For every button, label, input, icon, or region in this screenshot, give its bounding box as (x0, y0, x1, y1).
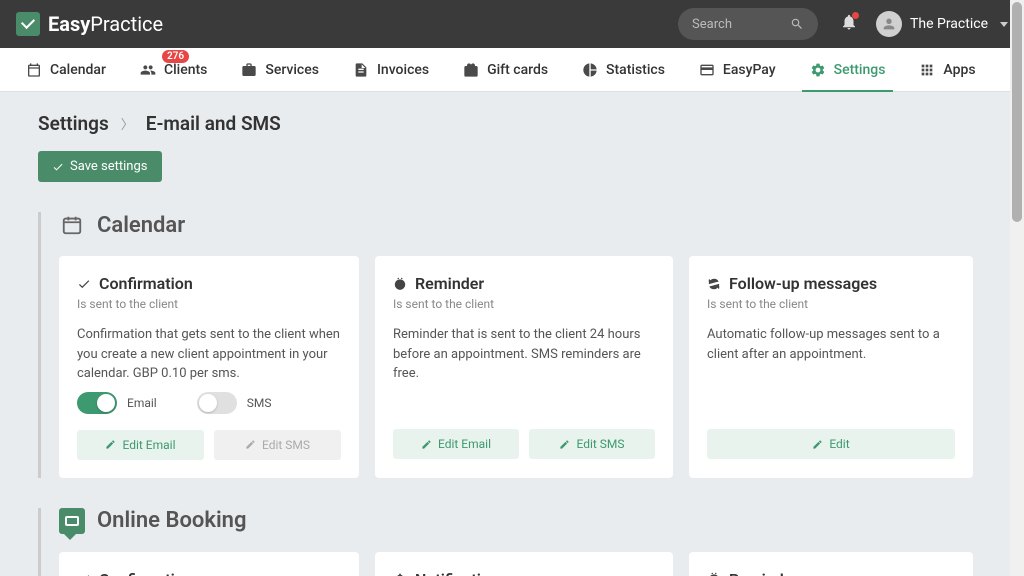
notification-dot (852, 12, 859, 19)
card-reminder: Reminder Is sent to the client Reminder … (375, 256, 673, 478)
section-title: Calendar (97, 213, 185, 238)
nav-clients[interactable]: Clients 276 (140, 48, 207, 91)
section-calendar: Calendar Confirmation Is sent to the cli… (38, 212, 986, 478)
clients-icon (140, 62, 156, 78)
search-placeholder: Search (692, 17, 778, 32)
edit-email-button[interactable]: Edit Email (77, 430, 204, 460)
calendar-icon (61, 214, 83, 236)
edit-sms-button[interactable]: Edit SMS (214, 430, 341, 460)
clients-badge: 276 (162, 50, 189, 63)
brand-easy: Easy (48, 12, 90, 36)
calendar-icon (26, 62, 42, 78)
apps-icon (919, 62, 935, 78)
brand-logo[interactable]: EasyPractice (16, 12, 163, 36)
breadcrumb-current: E-mail and SMS (146, 112, 281, 135)
nav-statistics[interactable]: Statistics (582, 48, 665, 91)
nav-calendar[interactable]: Calendar (26, 48, 106, 91)
check-icon (52, 161, 64, 173)
edit-button[interactable]: Edit (707, 429, 955, 459)
chevron-right-icon: 〉 (121, 114, 134, 133)
clock-icon (393, 277, 407, 291)
nav-services[interactable]: Services (241, 48, 319, 91)
nav-settings[interactable]: Settings (810, 48, 886, 91)
statistics-icon (582, 62, 598, 78)
card-ob-reminder: Reminder Is sent to the client (689, 552, 973, 576)
edit-icon (245, 439, 256, 450)
content-area: Settings 〉 E-mail and SMS Save settings … (0, 92, 1024, 576)
check-icon (77, 572, 91, 576)
breadcrumb-root[interactable]: Settings (38, 112, 109, 135)
toggle-email[interactable] (77, 392, 117, 414)
topbar: EasyPractice Search The Practice (0, 0, 1024, 48)
gear-icon (810, 62, 826, 78)
clock-icon (707, 572, 721, 576)
avatar-icon (881, 16, 897, 32)
save-settings-button[interactable]: Save settings (38, 151, 162, 182)
services-icon (241, 62, 257, 78)
bell-icon (393, 572, 407, 576)
avatar (876, 11, 902, 37)
user-name: The Practice (910, 16, 988, 32)
breadcrumb: Settings 〉 E-mail and SMS (38, 112, 986, 135)
section-title: Online Booking (97, 508, 246, 533)
scrollbar[interactable] (1010, 0, 1024, 576)
user-menu[interactable]: The Practice (876, 11, 1008, 37)
edit-sms-button[interactable]: Edit SMS (529, 429, 655, 459)
edit-icon (559, 439, 570, 450)
brand-practice: Practice (90, 12, 163, 36)
card-ob-notification: Notification Is sent to you (375, 552, 673, 576)
card-confirmation: Confirmation Is sent to the client Confi… (59, 256, 359, 478)
edit-email-button[interactable]: Edit Email (393, 429, 519, 459)
nav-apps[interactable]: Apps (919, 48, 975, 91)
check-icon (77, 277, 91, 291)
card-ob-confirmation: Confirmation Is sent to the client (59, 552, 359, 576)
card-followup: Follow-up messages Is sent to the client… (689, 256, 973, 478)
calendar-section-icon (59, 212, 85, 238)
chevron-down-icon (1000, 22, 1008, 27)
scrollbar-thumb[interactable] (1012, 2, 1022, 222)
refresh-icon (707, 277, 721, 291)
search-input[interactable]: Search (678, 8, 818, 40)
edit-icon (421, 439, 432, 450)
invoices-icon (353, 62, 369, 78)
main-nav: Calendar Clients 276 Services Invoices G… (0, 48, 1024, 92)
toggle-sms[interactable] (197, 392, 237, 414)
edit-icon (105, 439, 116, 450)
nav-invoices[interactable]: Invoices (353, 48, 429, 91)
search-icon (790, 17, 804, 31)
edit-icon (812, 439, 823, 450)
nav-giftcards[interactable]: Gift cards (463, 48, 548, 91)
online-booking-section-icon (59, 508, 85, 534)
easypay-icon (699, 62, 715, 78)
logo-icon (16, 12, 40, 36)
giftcards-icon (463, 62, 479, 78)
nav-easypay[interactable]: EasyPay (699, 48, 776, 91)
notifications-button[interactable] (840, 13, 858, 35)
section-online-booking: Online Booking Confirmation Is sent to t… (38, 508, 986, 576)
